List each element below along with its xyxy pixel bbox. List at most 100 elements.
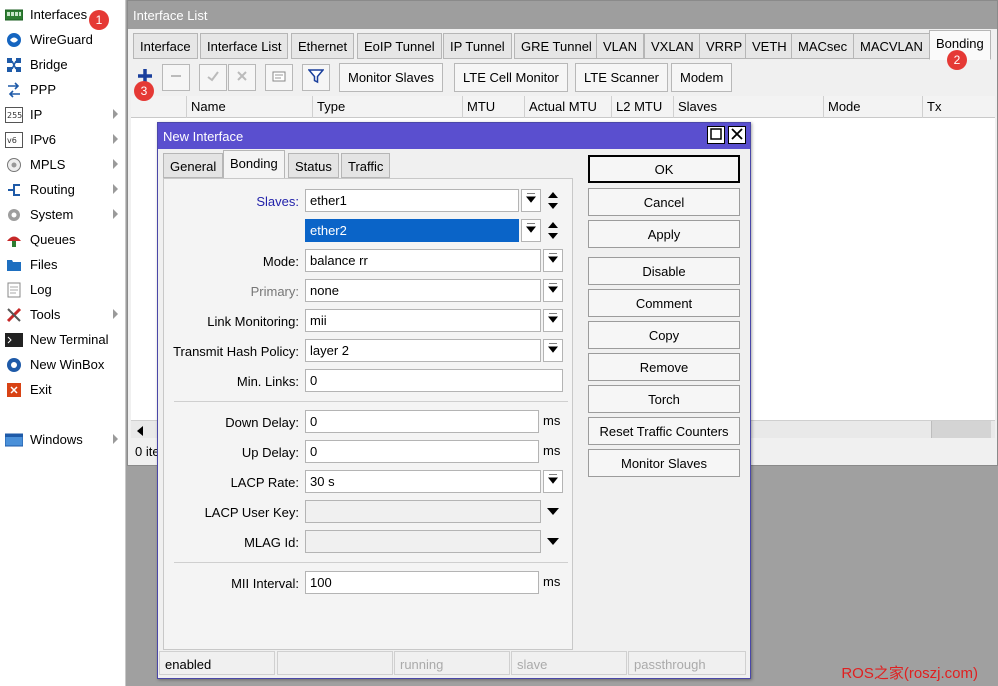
tab-vxlan[interactable]: VXLAN <box>644 33 701 59</box>
slave-2-field[interactable]: ether2 <box>305 219 519 242</box>
slave-1-field[interactable]: ether1 <box>305 189 519 212</box>
status-passthrough: passthrough <box>628 651 746 675</box>
menu-item-wireguard[interactable]: WireGuard <box>0 27 126 52</box>
menu-item-ppp[interactable]: PPP <box>0 77 126 102</box>
menu-item-new-terminal[interactable]: New Terminal <box>0 327 126 352</box>
tab-gre-tunnel[interactable]: GRE Tunnel <box>514 33 599 59</box>
scroll-left-icon[interactable] <box>135 424 145 439</box>
tab-interface[interactable]: Interface <box>133 33 198 59</box>
comment-button[interactable]: Comment <box>588 289 740 317</box>
tools-icon <box>4 306 24 324</box>
mode-dropdown[interactable] <box>543 249 563 272</box>
up-delay-field[interactable]: 0 <box>305 440 539 463</box>
menu-item-tools[interactable]: Tools <box>0 302 126 327</box>
menu-item-queues[interactable]: Queues <box>0 227 126 252</box>
tab-macsec[interactable]: MACsec <box>791 33 855 59</box>
close-button[interactable] <box>728 126 746 144</box>
menu-item-mpls[interactable]: MPLS <box>0 152 126 177</box>
reset-traffic-counters-button[interactable]: Reset Traffic Counters <box>588 417 740 445</box>
menu-item-ipv6[interactable]: v6 IPv6 <box>0 127 126 152</box>
tab-vlan[interactable]: VLAN <box>596 33 644 59</box>
copy-button[interactable]: Copy <box>588 321 740 349</box>
primary-dropdown[interactable] <box>543 279 563 302</box>
dialog-titlebar[interactable]: New Interface <box>158 123 750 149</box>
menu-item-bridge[interactable]: Bridge <box>0 52 126 77</box>
wireguard-icon <box>4 31 24 49</box>
tab-ethernet[interactable]: Ethernet <box>291 33 355 59</box>
mii-interval-field[interactable]: 100 <box>305 571 539 594</box>
lte-scanner-button[interactable]: LTE Scanner <box>575 63 668 92</box>
lacp-rate-dropdown[interactable] <box>543 470 563 493</box>
torch-button[interactable]: Torch <box>588 385 740 413</box>
separator <box>174 401 568 402</box>
monitor-slaves-toolbar-button[interactable]: Monitor Slaves <box>339 63 443 92</box>
filter-button[interactable] <box>302 64 330 91</box>
scroll-thumb[interactable] <box>931 421 991 438</box>
menu-item-log[interactable]: Log <box>0 277 126 302</box>
column-type[interactable]: Type <box>312 96 462 118</box>
column-slaves[interactable]: Slaves <box>673 96 823 118</box>
tab-veth[interactable]: VETH <box>745 33 794 59</box>
down-delay-field[interactable]: 0 <box>305 410 539 433</box>
close-icon <box>731 128 743 142</box>
slave-2-updown[interactable] <box>546 219 560 242</box>
tab-status[interactable]: Status <box>288 153 339 178</box>
column-mode[interactable]: Mode <box>823 96 922 118</box>
tab-ip-tunnel[interactable]: IP Tunnel <box>443 33 512 59</box>
tab-macvlan[interactable]: MACVLAN <box>853 33 930 59</box>
lacp-user-key-dropdown[interactable] <box>543 500 563 523</box>
menu-item-files[interactable]: Files <box>0 252 126 277</box>
tab-general[interactable]: General <box>163 153 224 178</box>
apply-button[interactable]: Apply <box>588 220 740 248</box>
slave-1-updown[interactable] <box>546 189 560 212</box>
menu-item-ip[interactable]: 255 IP <box>0 102 126 127</box>
menu-item-system[interactable]: System <box>0 202 126 227</box>
transmit-hash-policy-field[interactable]: layer 2 <box>305 339 541 362</box>
menu-item-windows[interactable]: Windows <box>0 427 126 452</box>
column-actual-mtu[interactable]: Actual MTU <box>524 96 611 118</box>
mlag-id-dropdown[interactable] <box>543 530 563 553</box>
lacp-user-key-field[interactable] <box>305 500 541 523</box>
link-monitoring-field[interactable]: mii <box>305 309 541 332</box>
cancel-button[interactable]: Cancel <box>588 188 740 216</box>
tab-bonding-settings[interactable]: Bonding <box>223 150 285 179</box>
column-mtu[interactable]: MTU <box>462 96 524 118</box>
submenu-arrow-icon <box>113 434 118 444</box>
transmit-hash-policy-dropdown[interactable] <box>543 339 563 362</box>
menu-item-exit[interactable]: Exit <box>0 377 126 402</box>
tab-interface-list[interactable]: Interface List <box>200 33 289 59</box>
link-monitoring-dropdown[interactable] <box>543 309 563 332</box>
mlag-id-field[interactable] <box>305 530 541 553</box>
comment-button[interactable] <box>265 64 293 91</box>
remove-button[interactable] <box>162 64 190 91</box>
column-l2-mtu[interactable]: L2 MTU <box>611 96 673 118</box>
menu-label: IP <box>30 107 43 122</box>
slave-2-dropdown[interactable] <box>521 219 541 242</box>
menu-item-routing[interactable]: Routing <box>0 177 126 202</box>
min-links-field[interactable]: 0 <box>305 369 563 392</box>
mode-field[interactable]: balance rr <box>305 249 541 272</box>
disable-button[interactable]: Disable <box>588 257 740 285</box>
submenu-arrow-icon <box>113 159 118 169</box>
column-tx[interactable]: Tx <box>922 96 995 118</box>
slaves-label: Slaves: <box>256 194 299 209</box>
maximize-button[interactable] <box>707 126 725 144</box>
tab-eoip-tunnel[interactable]: EoIP Tunnel <box>357 33 442 59</box>
monitor-slaves-button[interactable]: Monitor Slaves <box>588 449 740 477</box>
primary-field[interactable]: none <box>305 279 541 302</box>
lacp-rate-field[interactable]: 30 s <box>305 470 541 493</box>
column-name[interactable]: Name <box>186 96 312 118</box>
menu-item-new-winbox[interactable]: New WinBox <box>0 352 126 377</box>
step-badge-3: 3 <box>134 81 154 101</box>
enable-button[interactable] <box>199 64 227 91</box>
slave-1-dropdown[interactable] <box>521 189 541 212</box>
down-delay-label: Down Delay: <box>225 415 299 430</box>
lte-cell-monitor-button[interactable]: LTE Cell Monitor <box>454 63 568 92</box>
tab-traffic[interactable]: Traffic <box>341 153 391 178</box>
modem-button[interactable]: Modem <box>671 63 733 92</box>
remove-button[interactable]: Remove <box>588 353 740 381</box>
ok-button[interactable]: OK <box>588 155 740 183</box>
disable-button[interactable] <box>228 64 256 91</box>
tab-vrrp[interactable]: VRRP <box>699 33 750 59</box>
watermark: ROS之家(roszj.com) <box>841 665 978 682</box>
